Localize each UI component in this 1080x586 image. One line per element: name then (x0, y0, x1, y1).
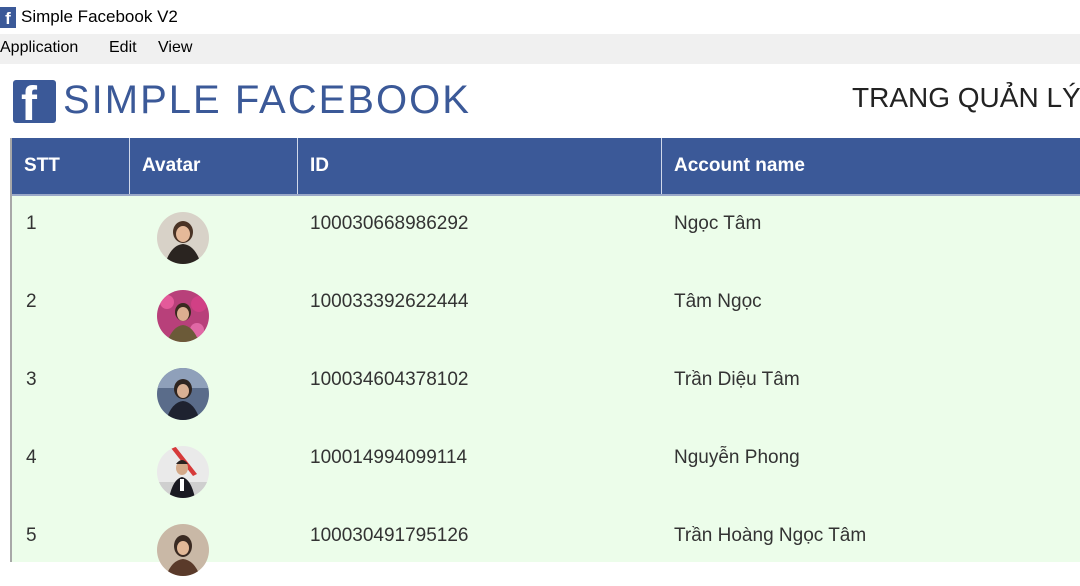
row-account-name: Ngọc Tâm (674, 213, 762, 234)
table-row[interactable]: 4 100014994099114 Nguyễn Phong (12, 430, 1080, 508)
avatar-photo-icon (157, 524, 209, 576)
row-stt: 2 (26, 291, 37, 312)
row-account-name: Tâm Ngọc (674, 291, 762, 312)
table-row[interactable]: 5 100030491795126 Trần Hoàng Ngọc Tâm (12, 508, 1080, 586)
row-id: 100034604378102 (310, 369, 469, 390)
avatar-photo-icon (157, 290, 209, 342)
row-id: 100030491795126 (310, 525, 469, 546)
menu-view[interactable]: View (158, 39, 192, 57)
row-account-name: Trần Hoàng Ngọc Tâm (674, 525, 867, 546)
facebook-logo-icon: f (13, 80, 56, 123)
title-bar: f Simple Facebook V2 (0, 0, 1080, 34)
page-title: TRANG QUẢN LÝ (852, 82, 1080, 113)
row-stt: 3 (26, 369, 37, 390)
menu-bar: Application Edit View (0, 34, 1080, 64)
table-row[interactable]: 1 100030668986292 Ngọc Tâm (12, 196, 1080, 274)
menu-edit[interactable]: Edit (109, 39, 137, 57)
facebook-icon: f (0, 7, 16, 28)
app-header: f SIMPLE FACEBOOK TRANG QUẢN LÝ (0, 64, 1080, 138)
row-id: 100014994099114 (310, 447, 468, 468)
accounts-table: STT Avatar ID Account name 1 10003066898… (10, 138, 1080, 576)
table-row[interactable]: 2 100033392622444 Tâm Ngọc (12, 274, 1080, 352)
row-stt: 5 (26, 525, 37, 546)
row-id: 100030668986292 (310, 213, 469, 234)
column-header-stt[interactable]: STT (12, 138, 130, 194)
logo-text: SIMPLE FACEBOOK (63, 78, 471, 122)
row-id: 100033392622444 (310, 291, 469, 312)
menu-application[interactable]: Application (0, 39, 78, 57)
table-header: STT Avatar ID Account name (12, 138, 1080, 196)
avatar-photo-icon (157, 212, 209, 264)
row-account-name: Trần Diệu Tâm (674, 369, 800, 390)
row-stt: 4 (26, 447, 37, 468)
avatar-photo-icon (157, 368, 209, 420)
column-header-id[interactable]: ID (298, 138, 662, 194)
table-row[interactable]: 3 100034604378102 Trần Diệu Tâm (12, 352, 1080, 430)
row-stt: 1 (26, 213, 37, 234)
row-account-name: Nguyễn Phong (674, 447, 800, 468)
column-header-account-name[interactable]: Account name (662, 138, 1080, 194)
logo-glyph: f (21, 80, 37, 123)
window-title: Simple Facebook V2 (21, 7, 178, 26)
avatar-photo-icon (157, 446, 209, 498)
column-header-avatar[interactable]: Avatar (130, 138, 298, 194)
